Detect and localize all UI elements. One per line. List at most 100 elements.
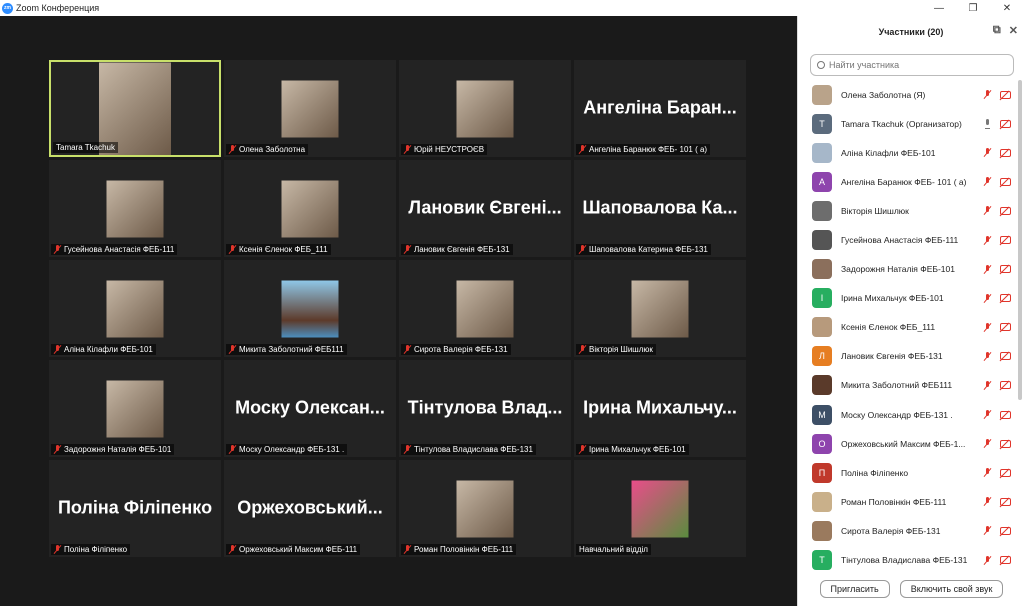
video-tile[interactable]: Ангеліна Баран... Ангеліна Баранюк ФЕБ- 1… bbox=[574, 60, 746, 157]
participant-name: Тінтулова Владислава ФЕБ-131 bbox=[841, 555, 968, 566]
video-tile[interactable]: Юрій НЕУСТРОЄВ bbox=[399, 60, 571, 157]
mic-muted-icon bbox=[579, 445, 586, 454]
video-off-icon bbox=[1000, 526, 1011, 535]
tile-name-label: Задорожня Наталія ФЕБ-101 bbox=[51, 444, 175, 455]
mic-icon bbox=[984, 118, 991, 129]
participant-display-name: Оржеховський... bbox=[237, 496, 383, 517]
participant-video bbox=[106, 380, 164, 437]
video-tile[interactable]: Ірина Михальчу... Ірина Михальчук ФЕБ-101 bbox=[574, 360, 746, 457]
video-tile[interactable]: Лановик Євгені... Лановик Євгенія ФЕБ-131 bbox=[399, 160, 571, 257]
participant-row[interactable]: О Оржеховський Максим ФЕБ-1... bbox=[798, 429, 1024, 458]
participant-row[interactable]: А Ангеліна Баранюк ФЕБ- 101 ( а) bbox=[798, 167, 1024, 196]
mic-muted-icon bbox=[579, 145, 586, 154]
tile-name-text: Вікторія Шишлюк bbox=[589, 345, 653, 354]
video-tile[interactable]: Поліна Філіпенко Поліна Філіпенко bbox=[49, 460, 221, 557]
participant-row[interactable]: Т Тінтулова Владислава ФЕБ-131 bbox=[798, 546, 1024, 575]
video-tile[interactable]: Ксенія Єленок ФЕБ_111 bbox=[224, 160, 396, 257]
avatar bbox=[812, 84, 832, 105]
participant-video bbox=[456, 280, 514, 337]
video-tile[interactable]: Олена Заболотна bbox=[224, 60, 396, 157]
minimize-button[interactable]: — bbox=[922, 0, 956, 16]
participant-name: Гусейнова Анастасія ФЕБ-111 bbox=[841, 235, 959, 246]
video-tile[interactable]: Аліна Кілафли ФЕБ-101 bbox=[49, 260, 221, 357]
tile-name-label: Аліна Кілафли ФЕБ-101 bbox=[51, 344, 156, 355]
avatar bbox=[812, 230, 832, 251]
window-title: Zoom Конференция bbox=[16, 3, 100, 13]
avatar: М bbox=[812, 404, 832, 425]
participant-video bbox=[281, 180, 339, 237]
participant-row[interactable]: T Tamara Tkachuk (Организатор) bbox=[798, 109, 1024, 138]
participant-row[interactable]: Сирота Валерія ФЕБ-131 bbox=[798, 516, 1024, 545]
tile-name-label: Оржеховський Максим ФЕБ-111 bbox=[226, 544, 361, 555]
tile-name-text: Роман Половінкін ФЕБ-111 bbox=[414, 545, 514, 554]
tile-name-text: Навчальний відділ bbox=[579, 545, 648, 554]
participant-row[interactable]: Вікторія Шишлюк bbox=[798, 196, 1024, 225]
video-tile[interactable]: Оржеховський... Оржеховський Максим ФЕБ-1… bbox=[224, 460, 396, 557]
tile-name-text: Задорожня Наталія ФЕБ-101 bbox=[64, 445, 172, 454]
video-off-icon bbox=[1000, 206, 1011, 215]
participant-name: Задорожня Наталія ФЕБ-101 bbox=[841, 264, 955, 275]
participant-search-input[interactable] bbox=[829, 60, 1009, 70]
avatar: І bbox=[812, 288, 832, 309]
participants-title: Участники (20) bbox=[878, 27, 944, 37]
avatar: П bbox=[812, 462, 832, 483]
tile-name-text: Моску Олександр ФЕБ-131 . bbox=[239, 445, 345, 454]
video-tile[interactable]: Микита Заболотний ФЕБ111 bbox=[224, 260, 396, 357]
mic-muted-icon bbox=[984, 90, 991, 99]
participant-row[interactable]: М Моску Олександр ФЕБ-131 . bbox=[798, 400, 1024, 429]
mic-muted-icon bbox=[404, 245, 411, 254]
close-window-button[interactable]: ✕ bbox=[990, 0, 1024, 16]
unmute-self-button[interactable]: Включить свой звук bbox=[899, 580, 1004, 598]
video-off-icon bbox=[1000, 556, 1011, 565]
participant-row[interactable]: Аліна Кілафли ФЕБ-101 bbox=[798, 138, 1024, 167]
video-tile[interactable]: Сирота Валерія ФЕБ-131 bbox=[399, 260, 571, 357]
participants-panel: Участники (20) ⧉ ✕ Олена Заболотна (Я) TT… bbox=[797, 16, 1024, 606]
avatar: Т bbox=[812, 550, 832, 571]
tile-name-label: Навчальний відділ bbox=[576, 544, 651, 555]
panel-footer: Пригласить Включить свой звук bbox=[798, 572, 1024, 606]
video-tile[interactable]: Роман Половінкін ФЕБ-111 bbox=[399, 460, 571, 557]
tile-name-text: Гусейнова Анастасія ФЕБ-111 bbox=[64, 245, 175, 254]
invite-button[interactable]: Пригласить bbox=[819, 580, 890, 598]
maximize-button[interactable]: ❐ bbox=[956, 0, 990, 16]
participant-row[interactable]: Микита Заболотний ФЕБ111 bbox=[798, 371, 1024, 400]
video-gallery: Tamara Tkachuk Олена Заболотна Юрій НЕУСТР… bbox=[0, 16, 797, 606]
tile-name-label: Tamara Tkachuk bbox=[53, 142, 118, 153]
close-panel-icon[interactable]: ✕ bbox=[1009, 24, 1018, 37]
participant-list-scrollbar[interactable] bbox=[1018, 80, 1022, 400]
participant-row[interactable]: Задорожня Наталія ФЕБ-101 bbox=[798, 255, 1024, 284]
tile-name-label: Моску Олександр ФЕБ-131 . bbox=[226, 444, 348, 455]
tile-name-label: Ксенія Єленок ФЕБ_111 bbox=[226, 244, 331, 255]
video-tile[interactable]: Tamara Tkachuk bbox=[49, 60, 221, 157]
video-off-icon bbox=[1000, 177, 1011, 186]
video-tile[interactable]: Шаповалова Ка... Шаповалова Катерина ФЕБ-… bbox=[574, 160, 746, 257]
participant-row[interactable]: Гусейнова Анастасія ФЕБ-111 bbox=[798, 225, 1024, 254]
video-tile[interactable]: Гусейнова Анастасія ФЕБ-111 bbox=[49, 160, 221, 257]
video-tile[interactable]: Моску Олексан... Моску Олександр ФЕБ-131 … bbox=[224, 360, 396, 457]
participant-search[interactable] bbox=[810, 54, 1014, 76]
participant-row[interactable]: Роман Половінкін ФЕБ-111 bbox=[798, 487, 1024, 516]
avatar bbox=[812, 491, 832, 512]
mic-muted-icon bbox=[404, 145, 411, 154]
popout-icon[interactable]: ⧉ bbox=[993, 24, 1001, 37]
participant-display-name: Ангеліна Баран... bbox=[583, 96, 737, 117]
avatar: T bbox=[812, 113, 832, 134]
mic-muted-icon bbox=[229, 145, 236, 154]
participant-row[interactable]: Л Лановик Євгенія ФЕБ-131 bbox=[798, 342, 1024, 371]
participant-row[interactable]: Олена Заболотна (Я) bbox=[798, 80, 1024, 109]
participant-row[interactable]: І Ірина Михальчук ФЕБ-101 bbox=[798, 284, 1024, 313]
participant-video bbox=[456, 80, 514, 137]
participant-row[interactable]: П Поліна Філіпенко bbox=[798, 458, 1024, 487]
tile-name-label: Ангеліна Баранюк ФЕБ- 101 ( а) bbox=[576, 144, 711, 155]
participant-display-name: Поліна Філіпенко bbox=[57, 496, 213, 517]
participant-list: Олена Заболотна (Я) T Tamara Tkachuk (Орга… bbox=[798, 80, 1024, 588]
video-tile[interactable]: Задорожня Наталія ФЕБ-101 bbox=[49, 360, 221, 457]
video-tile[interactable]: Тінтулова Влад... Тінтулова Владислава ФЕ… bbox=[399, 360, 571, 457]
video-tile[interactable]: Вікторія Шишлюк bbox=[574, 260, 746, 357]
tile-name-text: Тінтулова Владислава ФЕБ-131 bbox=[414, 445, 533, 454]
video-tile[interactable]: Навчальний відділ bbox=[574, 460, 746, 557]
participant-row[interactable]: Ксенія Єленок ФЕБ_111 bbox=[798, 313, 1024, 342]
tile-name-text: Юрій НЕУСТРОЄВ bbox=[414, 145, 485, 154]
video-off-icon bbox=[1000, 439, 1011, 448]
video-off-icon bbox=[1000, 90, 1011, 99]
